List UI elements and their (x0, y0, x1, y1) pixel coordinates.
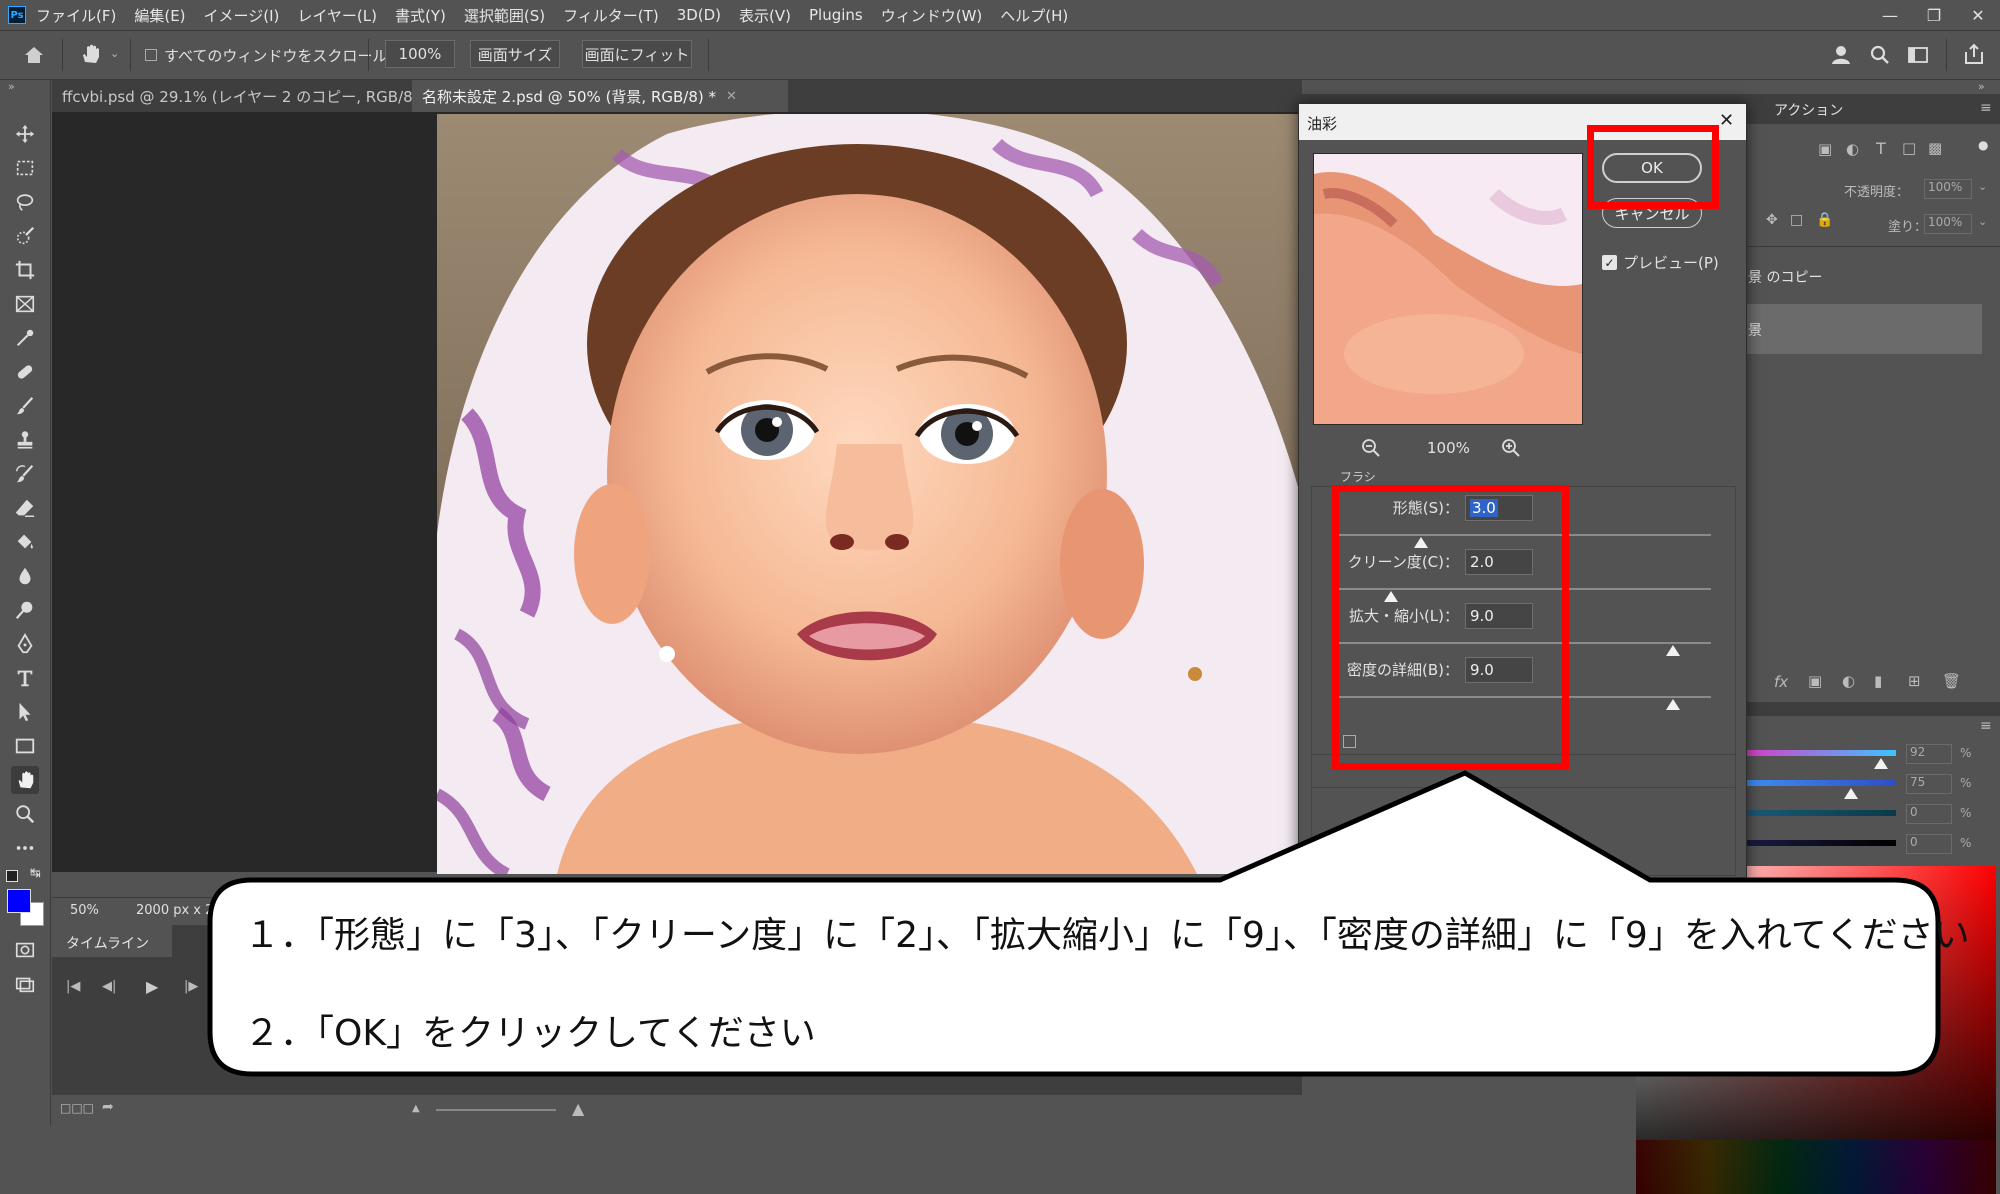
instruction-line-2: ２．「OK」をクリックしてください (244, 1013, 816, 1054)
instruction-line-1: １．「形態」に「3」、「クリーン度」に「2」、「拡大縮小」に「9」、「密度の詳細… (244, 915, 1970, 956)
color-spectrum[interactable] (1636, 1140, 1996, 1194)
